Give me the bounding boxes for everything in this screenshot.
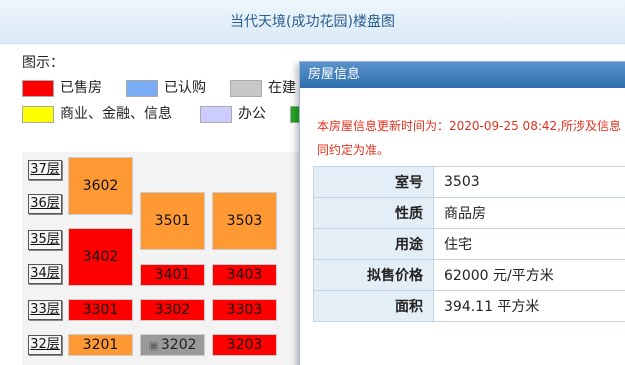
table-row: 用途 住宅 — [313, 228, 625, 260]
unit-room-label: 3202 — [160, 337, 197, 353]
unit-cell[interactable]: 3402 — [68, 228, 133, 286]
dialog-header[interactable]: 房屋信息 — [300, 62, 625, 88]
unit-cell[interactable]: 3201 — [68, 334, 133, 356]
table-row: 室号 3503 — [313, 166, 625, 198]
row-value: 3503 — [433, 166, 625, 198]
row-key: 室号 — [313, 166, 434, 198]
row-key: 面积 — [313, 290, 434, 322]
legend-item-office: 办公 — [200, 106, 300, 124]
row-key: 用途 — [313, 228, 434, 260]
office-swatch — [200, 106, 232, 123]
unit-cell[interactable]: 3501 — [140, 192, 205, 250]
legend-text: 商业、金融、信息 — [60, 106, 172, 122]
legend-item-commercial: 商业、金融、信息 — [22, 106, 222, 124]
page: 当代天境(成功花园)楼盘图 图示： 已售房 已认购 在建 商业、金融、信息 办公… — [0, 0, 625, 365]
floor-label[interactable]: 32层 — [28, 335, 62, 355]
commercial-swatch — [22, 106, 54, 123]
unit-cell[interactable]: 3302 — [140, 299, 205, 321]
floor-label[interactable]: 34层 — [28, 264, 62, 284]
room-info-table: 室号 3503 性质 商品房 用途 住宅 拟售价格 62000 元/平方米 面积… — [313, 166, 625, 322]
legend-text: 办公 — [238, 106, 266, 122]
dialog-title: 房屋信息 — [308, 67, 361, 82]
row-value: 62000 元/平方米 — [433, 259, 625, 291]
unit-cell[interactable]: 3401 — [140, 264, 205, 286]
legend-text: 已认购 — [164, 80, 206, 96]
legend-text: 已售房 — [60, 80, 102, 96]
row-value: 394.11 平方米 — [433, 290, 625, 322]
sold-swatch — [22, 80, 54, 97]
floor-label[interactable]: 35层 — [28, 230, 62, 250]
unit-cell[interactable]: 3602 — [68, 157, 133, 215]
row-value: 商品房 — [433, 197, 625, 229]
row-value: 住宅 — [433, 228, 625, 260]
legend-item-under-construction: 在建 — [230, 80, 310, 98]
unit-cell[interactable]: 3303 — [212, 299, 277, 321]
row-key: 性质 — [313, 197, 434, 229]
table-row: 性质 商品房 — [313, 197, 625, 229]
floor-label[interactable]: 37层 — [28, 160, 62, 180]
update-notice: 本房屋信息更新时间为：2020-09-25 08:42,所涉及信息同约定为准。 — [317, 119, 621, 157]
lock-icon: ▣ — [148, 338, 159, 352]
legend-label: 图示： — [22, 55, 64, 71]
unit-cell[interactable]: 3301 — [68, 299, 133, 321]
unit-cell[interactable]: 3503 — [212, 192, 277, 250]
legend-text: 在建 — [268, 80, 296, 96]
unit-cell[interactable]: 3203 — [212, 334, 277, 356]
row-key: 拟售价格 — [313, 259, 434, 291]
under-construction-swatch — [230, 80, 262, 97]
floor-label[interactable]: 36层 — [28, 194, 62, 214]
table-row: 面积 394.11 平方米 — [313, 290, 625, 322]
room-info-dialog: 房屋信息 本房屋信息更新时间为：2020-09-25 08:42,所涉及信息同约… — [299, 61, 625, 365]
unit-cell-under-construction[interactable]: ▣ 3202 — [140, 334, 205, 356]
page-title: 当代天境(成功花园)楼盘图 — [0, 0, 625, 44]
floor-label[interactable]: 33层 — [28, 300, 62, 320]
table-row: 拟售价格 62000 元/平方米 — [313, 259, 625, 291]
subscribed-swatch — [126, 80, 158, 97]
unit-cell[interactable]: 3403 — [212, 264, 277, 286]
